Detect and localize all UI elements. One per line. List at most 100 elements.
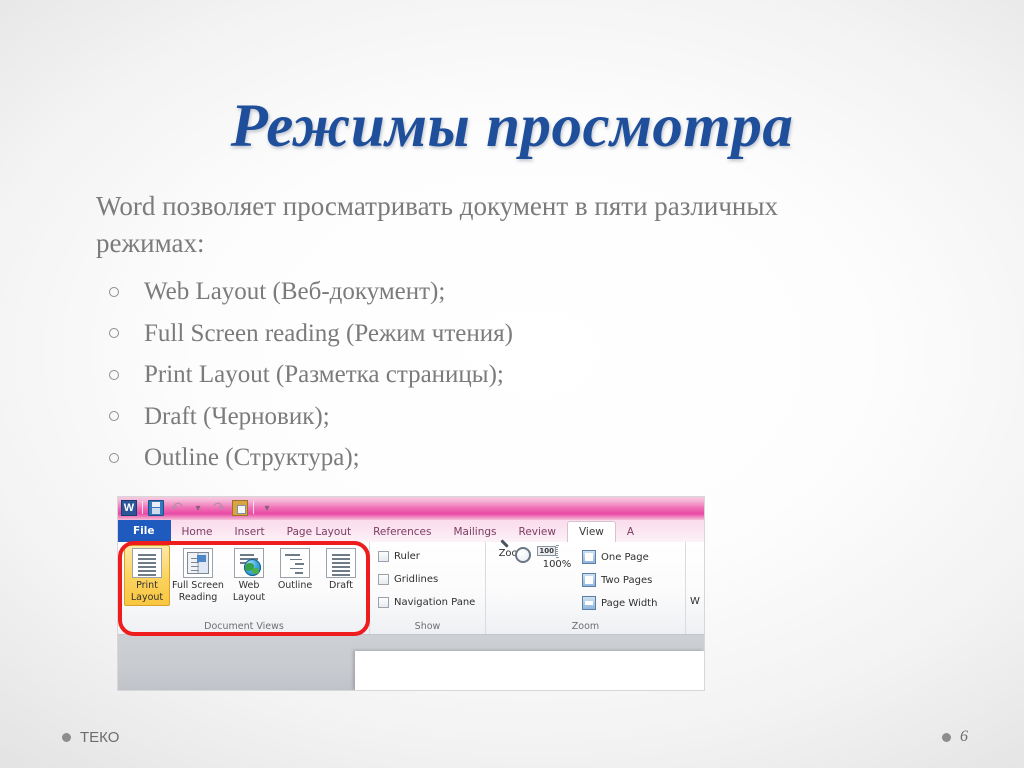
zoom-100-icon: 100 xyxy=(537,545,558,558)
bullet-dot-icon xyxy=(942,732,951,742)
tab-insert: Insert xyxy=(234,526,265,538)
customize-qat-icon: ▾ xyxy=(264,502,270,514)
list-item: Outline (Структура); xyxy=(96,437,936,479)
bullet-circle-icon xyxy=(109,286,119,297)
tab-page-layout: Page Layout xyxy=(286,526,352,538)
button-label-line2: Layout xyxy=(232,591,266,603)
undo-icon: ↶ xyxy=(171,499,183,516)
footer-brand-label: ТЕКО xyxy=(80,729,120,746)
tab-references: References xyxy=(373,526,432,538)
list-item-label: Draft (Черновик); xyxy=(144,402,330,430)
checkbox-label: Ruler xyxy=(394,551,420,562)
undo-dropdown-icon: ▾ xyxy=(195,502,201,514)
checkbox-label: Navigation Pane xyxy=(394,597,476,608)
paste-icon xyxy=(232,499,248,516)
save-icon xyxy=(148,499,164,516)
document-views-buttons: Print Layout Full Screen Reading Web Lay… xyxy=(124,545,364,606)
full-screen-reading-icon xyxy=(183,548,213,578)
list-item: Draft (Черновик); xyxy=(96,396,936,438)
draft-view-icon xyxy=(326,548,356,578)
word-title-bar: W ↶ ▾ ↷ ▾ xyxy=(117,496,705,520)
list-item-label: Outline (Структура); xyxy=(144,444,360,471)
bullet-circle-icon xyxy=(109,452,119,463)
button-label-line1: Draft xyxy=(329,580,353,591)
button-label: 100% xyxy=(542,559,572,570)
button-print-layout: Print Layout xyxy=(124,545,170,606)
one-page-icon xyxy=(582,550,596,564)
tab-mailings: Mailings xyxy=(453,526,497,538)
view-modes-list: Web Layout (Веб-документ); Full Screen r… xyxy=(96,271,936,479)
web-layout-icon xyxy=(234,548,264,578)
quick-access-toolbar: W ↶ ▾ ↷ ▾ xyxy=(121,499,275,516)
footer-page-number: 6 xyxy=(942,728,968,746)
group-show: Ruler Gridlines Navigation Pane Show xyxy=(369,542,485,634)
group-label-document-views: Document Views xyxy=(204,621,284,632)
button-full-screen-reading: Full Screen Reading xyxy=(170,545,226,606)
checkbox-gridlines: Gridlines xyxy=(378,574,438,585)
word-icon: W xyxy=(121,499,137,516)
bullet-circle-icon xyxy=(109,369,119,380)
group-zoom: Zoom 100 100% One Page Two Pages Page Wi… xyxy=(485,542,685,634)
page-number-label: 6 xyxy=(960,728,968,745)
zoom-badge: 100 xyxy=(537,546,556,556)
list-item: Full Screen reading (Режим чтения) xyxy=(96,313,936,355)
list-item-label: Full Screen reading (Режим чтения) xyxy=(144,319,513,347)
page-title: Режимы просмотра xyxy=(230,93,794,160)
redo-icon: ↷ xyxy=(213,499,225,516)
button-page-width: Page Width xyxy=(582,596,657,610)
checkbox-icon xyxy=(378,597,389,608)
bullet-dot-icon xyxy=(62,733,71,742)
checkbox-navigation-pane: Navigation Pane xyxy=(378,597,475,608)
bullet-circle-icon xyxy=(109,328,119,339)
checkbox-icon xyxy=(378,574,389,585)
group-label-show: Show xyxy=(414,621,441,632)
footer-brand: ТЕКО xyxy=(62,729,119,746)
button-two-pages: Two Pages xyxy=(582,573,652,587)
word-ribbon-screenshot: W ↶ ▾ ↷ ▾ File Home Insert Page Layout R… xyxy=(117,496,705,691)
button-label: Two Pages xyxy=(601,574,653,586)
slide-canvas: Режимы просмотра Word позволяет просматр… xyxy=(0,0,1024,768)
button-web-layout: Web Layout xyxy=(226,545,272,606)
list-item: Web Layout (Веб-документ); xyxy=(96,271,936,313)
divider xyxy=(142,501,143,514)
button-label: One Page xyxy=(601,551,649,563)
button-zoom: Zoom xyxy=(492,546,534,559)
two-pages-icon xyxy=(582,573,596,587)
ribbon-tab-strip: File Home Insert Page Layout References … xyxy=(117,520,705,542)
button-label-line2: Layout xyxy=(130,591,164,603)
group-document-views: Print Layout Full Screen Reading Web Lay… xyxy=(120,542,368,634)
checkbox-label: Gridlines xyxy=(394,574,439,585)
word-workspace xyxy=(117,635,705,691)
partial-label: W xyxy=(690,596,700,607)
button-label-line1: Outline xyxy=(277,580,313,591)
checkbox-ruler: Ruler xyxy=(378,551,420,562)
tab-add-ins-partial: A xyxy=(626,526,635,538)
group-window-partial: W xyxy=(685,542,705,634)
button-label-line1: Full Screen xyxy=(172,580,224,591)
ribbon-content: Print Layout Full Screen Reading Web Lay… xyxy=(117,542,705,635)
print-layout-icon xyxy=(132,548,162,578)
tab-file: File xyxy=(117,520,171,542)
document-page xyxy=(355,651,705,691)
group-label-zoom: Zoom xyxy=(571,621,600,632)
list-item-label: Web Layout (Веб-документ); xyxy=(144,278,446,305)
tab-review: Review xyxy=(518,526,556,538)
bullet-circle-icon xyxy=(109,411,119,422)
list-item-label: Print Layout (Разметка страницы); xyxy=(144,361,504,388)
button-draft-view: Draft xyxy=(318,545,364,595)
divider xyxy=(253,501,254,514)
button-label: Page Width xyxy=(601,597,658,609)
button-label-line1: Print xyxy=(136,580,158,591)
intro-paragraph: Word позволяет просматривать документ в … xyxy=(96,191,779,258)
tab-view: View xyxy=(566,521,616,542)
button-zoom-100: 100 100% xyxy=(536,545,578,570)
list-item: Print Layout (Разметка страницы); xyxy=(96,354,936,396)
page-width-icon xyxy=(582,596,596,610)
checkbox-icon xyxy=(378,551,389,562)
button-one-page: One Page xyxy=(582,550,649,564)
tab-home: Home xyxy=(181,526,213,538)
button-label-line1: Web xyxy=(238,580,260,591)
outline-view-icon xyxy=(280,548,310,578)
button-outline-view: Outline xyxy=(272,545,318,595)
button-label-line2: Reading xyxy=(178,591,218,603)
